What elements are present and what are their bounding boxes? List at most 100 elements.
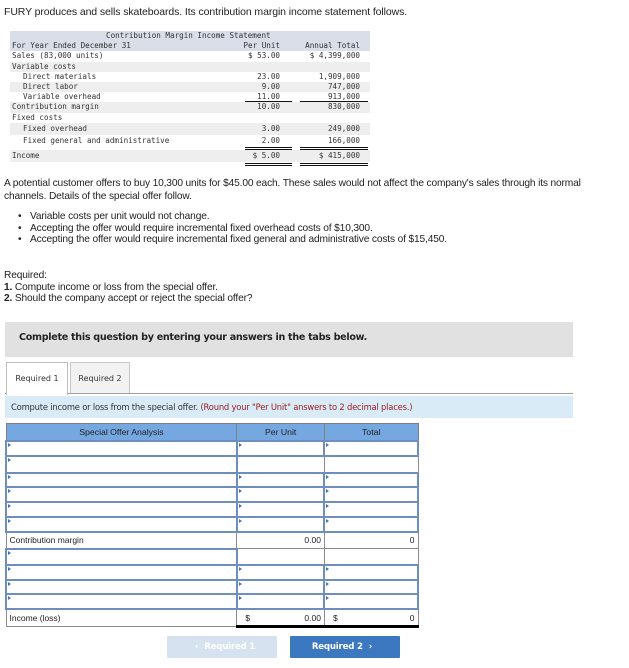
label-input[interactable] (5, 486, 238, 504)
next-button-label: Required 2 (311, 642, 363, 652)
header-special-offer-analysis: Special Offer Analysis (5, 423, 238, 442)
per-unit-input[interactable] (235, 593, 326, 611)
tab-instruction-bar: Compute income or loss from the special … (5, 396, 573, 418)
per-unit-input[interactable] (235, 563, 326, 581)
header-total: Total (323, 423, 419, 442)
table-row (5, 486, 419, 504)
offer-detail-item: Accepting the offer would require increm… (18, 223, 447, 235)
tab-required-1[interactable]: Required 1 (6, 362, 68, 395)
total-input[interactable] (323, 440, 419, 457)
offer-detail-item: Accepting the offer would require increm… (18, 234, 447, 246)
col-annual-total-header: Annual Total (305, 41, 360, 51)
statement-title-row: Contribution Margin Income Statement (10, 31, 370, 42)
statement-row-contribution-margin: Contribution margin 10.00 830,000 (10, 102, 370, 113)
statement-header-row: For Year Ended December 31 Per Unit Annu… (10, 41, 370, 52)
total-input[interactable] (323, 563, 419, 581)
label-input[interactable] (5, 578, 238, 596)
income-loss-total: $ 0 (323, 608, 419, 629)
rounding-note: (Round your "Per Unit" answers to 2 deci… (200, 402, 413, 412)
instruction-box: Complete this question by entering your … (5, 322, 573, 357)
header-per-unit: Per Unit (236, 423, 325, 442)
income-statement: Contribution Margin Income Statement For… (10, 31, 370, 167)
required-heading: Required: (4, 270, 47, 281)
offer-paragraph: A potential customer offers to buy 10,30… (4, 178, 581, 202)
table-row (5, 593, 419, 611)
chevron-left-icon: ‹ (194, 642, 199, 652)
label-input[interactable] (5, 593, 238, 611)
label-input[interactable] (5, 501, 238, 518)
next-required-2-button[interactable]: Required 2 › (290, 636, 400, 658)
contribution-margin-per-unit: 0.00 (236, 530, 325, 550)
problem-intro: FURY produces and sells skateboards. Its… (4, 6, 408, 18)
label-input[interactable] (5, 471, 238, 489)
statement-row-fixed-overhead: Fixed overhead 3.00 249,000 (10, 122, 370, 136)
required-section: Required: 1. Compute income or loss from… (4, 270, 253, 305)
contribution-margin-label: Contribution margin (5, 531, 238, 550)
total-input[interactable] (323, 578, 419, 596)
required-item-1: 1. Compute income or loss from the speci… (4, 281, 218, 293)
statement-row-direct-labor: Direct labor 9.00 747,000 (10, 81, 370, 93)
statement-row-variable-overhead: Variable overhead 11.00 913,000 (10, 92, 370, 103)
statement-row-direct-materials: Direct materials 23.00 1,909,000 (23, 71, 360, 81)
table-row (5, 501, 419, 518)
instruction-text: Complete this question by entering your … (19, 332, 367, 343)
label-input[interactable] (5, 563, 238, 581)
double-underline (300, 163, 368, 167)
offer-details-list: Variable costs per unit would not change… (18, 211, 447, 246)
statement-row-fixed-ga: Fixed general and administrative 2.00 16… (10, 135, 370, 150)
statement-period: For Year Ended December 31 (12, 41, 131, 51)
empty-cell (236, 455, 325, 474)
table-row (5, 547, 419, 566)
per-unit-input[interactable] (235, 501, 326, 518)
tab-required-2[interactable]: Required 2 (70, 362, 130, 393)
per-unit-input[interactable] (235, 578, 326, 596)
table-row (5, 471, 419, 489)
empty-cell (323, 548, 419, 566)
income-loss-row: Income (loss) $ 0.00 $ 0 (5, 608, 419, 629)
empty-cell (323, 455, 419, 474)
per-unit-input[interactable] (235, 440, 326, 457)
double-underline (245, 163, 292, 167)
required-item-2: 2. Should the company accept or reject t… (4, 293, 253, 304)
table-row (5, 454, 419, 474)
table-row (5, 515, 419, 533)
prev-button-label: Required 1 (204, 642, 256, 652)
special-offer-analysis-table: Special Offer Analysis Per Unit Total Co… (5, 423, 419, 629)
total-input[interactable] (323, 515, 419, 533)
total-input[interactable] (323, 593, 419, 611)
tab-instruction-text: Compute income or loss from the special … (11, 402, 199, 412)
income-loss-per-unit-value: 0.00 (304, 612, 321, 623)
statement-title: Contribution Margin Income Statement (106, 31, 271, 40)
statement-row-fixed-costs: Fixed costs (12, 112, 63, 122)
total-input[interactable] (323, 501, 419, 518)
income-loss-total-value: 0 (409, 612, 415, 623)
chevron-right-icon: › (368, 642, 373, 652)
income-loss-label: Income (loss) (5, 608, 238, 628)
currency-symbol: $ (245, 612, 251, 623)
contribution-margin-row: Contribution margin 0.00 0 (5, 530, 419, 550)
total-input[interactable] (323, 486, 419, 504)
per-unit-input[interactable] (235, 471, 326, 489)
statement-row-income: Income $ 5.00 $ 415,000 (10, 149, 370, 167)
total-input[interactable] (323, 471, 419, 489)
statement-row-variable-costs: Variable costs (10, 61, 370, 72)
currency-symbol: $ (332, 612, 338, 623)
offer-detail-item: Variable costs per unit would not change… (18, 211, 447, 223)
col-per-unit-header: Per Unit (243, 41, 280, 51)
prev-required-1-button[interactable]: ‹ Required 1 (167, 636, 277, 658)
per-unit-input[interactable] (235, 515, 326, 533)
table-header-row: Special Offer Analysis Per Unit Total (5, 423, 419, 442)
label-input[interactable] (5, 440, 238, 457)
contribution-margin-total: 0 (323, 530, 419, 550)
per-unit-input[interactable] (235, 486, 326, 504)
tab-divider (5, 393, 573, 394)
table-row (5, 440, 419, 457)
statement-row-sales: Sales (83,000 units) $ 53.00 $ 4,399,000 (12, 51, 360, 61)
table-row (5, 563, 419, 581)
empty-cell (236, 548, 325, 566)
label-input[interactable] (5, 515, 238, 533)
income-loss-per-unit: $ 0.00 (236, 608, 325, 629)
label-input[interactable] (5, 454, 238, 474)
table-row (5, 578, 419, 596)
label-input[interactable] (5, 547, 238, 566)
